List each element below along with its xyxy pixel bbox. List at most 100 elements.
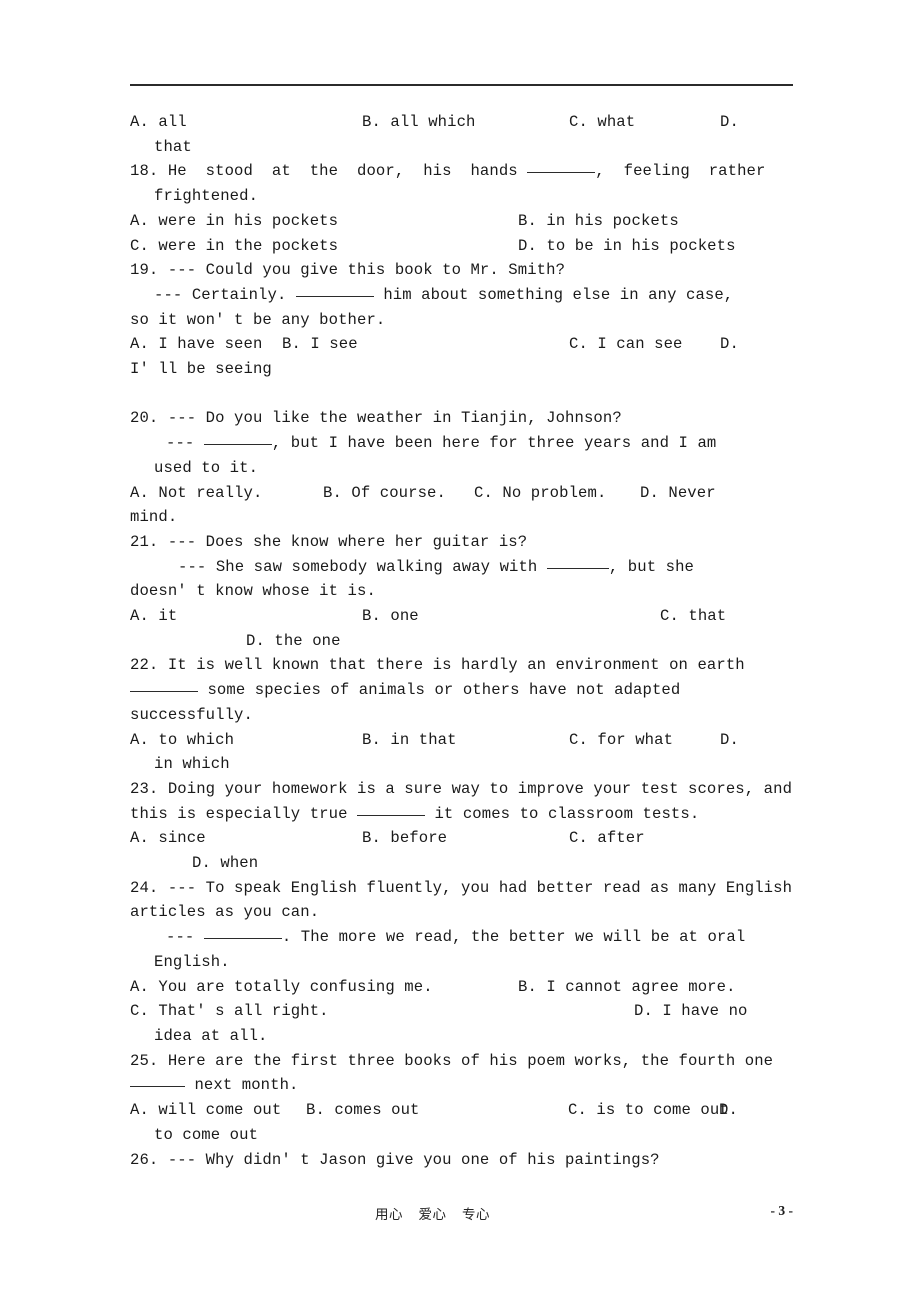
option-label: A. to which — [130, 730, 235, 749]
option-line: in which — [154, 755, 230, 774]
option-label: A. all — [130, 113, 187, 131]
question-block: 21. --- Does she know where her guitar i… — [130, 530, 793, 654]
answer-blank — [527, 160, 596, 174]
option-label: A. it — [130, 607, 178, 626]
answer-blank — [130, 1074, 185, 1088]
option-line: D. when — [192, 854, 259, 873]
answer-blank — [546, 556, 609, 569]
stem-text: --- Certainly. — [154, 285, 296, 304]
stem-text: --- — [166, 434, 204, 453]
answer-blank — [203, 432, 272, 446]
option-line: that — [154, 137, 192, 156]
question-stem-line: 24. --- To speak English fluently, you h… — [130, 878, 793, 897]
question-block: 25. Here are the first three books of hi… — [130, 1049, 793, 1148]
question-block: 20. --- Do you like the weather in Tianj… — [130, 406, 793, 530]
question-stem-line: --- . The more we read, the better we wi… — [130, 925, 793, 950]
answer-blank — [203, 926, 282, 940]
option-line: A. Not really. B. Of course. C. No problem… — [130, 481, 793, 506]
option-line: C. That' s all right. D. I have no — [130, 999, 793, 1024]
question-stem-line: used to it. — [154, 458, 259, 477]
question-stem-line: so it won' t be any bother. — [130, 310, 386, 329]
option-label: B. I cannot agree more. — [518, 977, 736, 996]
question-block: 23. Doing your homework is a sure way to… — [130, 777, 793, 876]
question-stem-line: doesn' t know whose it is. — [130, 582, 376, 601]
option-label: A. will come out — [130, 1101, 282, 1120]
option-line: A. will come out B. comes out C. is to com… — [130, 1098, 793, 1123]
option-line: A. since B. before C. after — [130, 826, 793, 851]
option-label: B. before — [362, 829, 448, 848]
question-stem-line: --- Certainly. him about something else … — [130, 283, 793, 308]
question-body: A. all B. all which C. what D. that 18. He st… — [130, 110, 793, 1172]
option-line: A. I have seen B. I see C. I can see D. — [130, 332, 793, 357]
question-block: 19. --- Could you give this book to Mr. … — [130, 258, 793, 382]
document-page: A. all B. all which C. what D. that 18. He st… — [0, 0, 920, 1302]
question-stem-line: 19. --- Could you give this book to Mr. … — [130, 261, 566, 280]
question-stem-line: frightened. — [154, 187, 259, 206]
option-label: D. — [720, 113, 739, 131]
option-label: B. Of course. — [323, 483, 446, 502]
option-label: C. after — [569, 829, 645, 848]
question-stem-line: successfully. — [130, 705, 253, 724]
question-stem-line: 21. --- Does she know where her guitar i… — [130, 532, 528, 551]
option-label: C. is to come out — [568, 1101, 729, 1120]
question-stem-line: --- She saw somebody walking away with ,… — [130, 555, 793, 580]
option-line: A. were in his pockets B. in his pockets — [130, 209, 793, 234]
question-stem-line: some species of animals or others have n… — [130, 678, 793, 703]
option-line: D. the one — [246, 631, 341, 650]
question-stem-line: --- , but I have been here for three yea… — [130, 431, 793, 456]
option-label: D. I have no — [634, 1002, 748, 1021]
stem-text: --- She saw somebody walking away with — [178, 557, 547, 576]
option-label: A. I have seen — [130, 335, 263, 354]
stem-text: 18. He stood at the door, his hands — [130, 162, 528, 181]
stem-text: it comes to classroom tests. — [425, 804, 700, 823]
question-block: 24. --- To speak English fluently, you h… — [130, 876, 793, 1049]
question-block: A. all B. all which C. what D. that — [130, 110, 793, 159]
header-rule — [130, 84, 793, 86]
question-stem-line: articles as you can. — [130, 903, 320, 922]
option-label: D. — [720, 335, 739, 354]
question-stem-line: English. — [154, 952, 230, 971]
stem-text: . The more we read, the better we will b… — [281, 928, 746, 947]
question-stem-line: next month. — [130, 1073, 793, 1098]
option-label: C. that — [660, 607, 727, 626]
answer-blank — [295, 284, 374, 297]
option-line: mind. — [130, 508, 178, 527]
option-label: C. what — [569, 113, 636, 131]
option-label: B. I see — [282, 335, 358, 354]
question-stem-line: 25. Here are the first three books of hi… — [130, 1051, 774, 1070]
stem-text: some species of animals or others have n… — [198, 681, 681, 700]
option-label: A. since — [130, 829, 206, 848]
question-stem-line: this is especially true it comes to clas… — [130, 802, 793, 827]
option-label: B. in his pockets — [518, 211, 679, 230]
option-line: idea at all. — [154, 1027, 268, 1045]
question-stem-line: 23. Doing your homework is a sure way to… — [130, 779, 793, 798]
question-stem-line: 26. --- Why didn' t Jason give you one o… — [130, 1150, 660, 1169]
question-stem-line: 20. --- Do you like the weather in Tianj… — [130, 409, 622, 428]
stem-text: , feeling rather — [595, 162, 766, 181]
option-line: I' ll be seeing — [130, 360, 272, 379]
option-label: A. You are totally confusing me. — [130, 977, 433, 996]
question-block: 18. He stood at the door, his hands , fe… — [130, 159, 793, 258]
option-line: to come out — [154, 1125, 259, 1144]
question-block: 22. It is well known that there is hardl… — [130, 653, 793, 777]
answer-blank — [130, 679, 198, 693]
option-label: D. — [719, 1101, 738, 1120]
option-label: D. Never — [640, 483, 716, 502]
answer-blank — [357, 803, 425, 816]
option-label: D. — [720, 730, 739, 749]
option-label: C. I can see — [569, 335, 683, 354]
option-label: D. to be in his pockets — [518, 236, 736, 255]
option-label: C. No problem. — [474, 483, 607, 502]
option-label: C. That' s all right. — [130, 1002, 329, 1021]
page-footer: 用心 爱心 专心 - 3 - — [130, 1203, 793, 1229]
stem-text: him about something else in any case, — [373, 285, 734, 304]
option-label: B. in that — [362, 730, 457, 749]
stem-text: --- — [166, 928, 204, 947]
option-line: A. all B. all which C. what D. — [130, 110, 793, 135]
option-line: A. You are totally confusing me. B. I can… — [130, 975, 793, 1000]
question-block: 26. --- Why didn' t Jason give you one o… — [130, 1148, 793, 1173]
option-label: B. one — [362, 607, 419, 626]
stem-text: , but I have been here for three years a… — [271, 434, 717, 453]
stem-text: next month. — [185, 1076, 299, 1095]
